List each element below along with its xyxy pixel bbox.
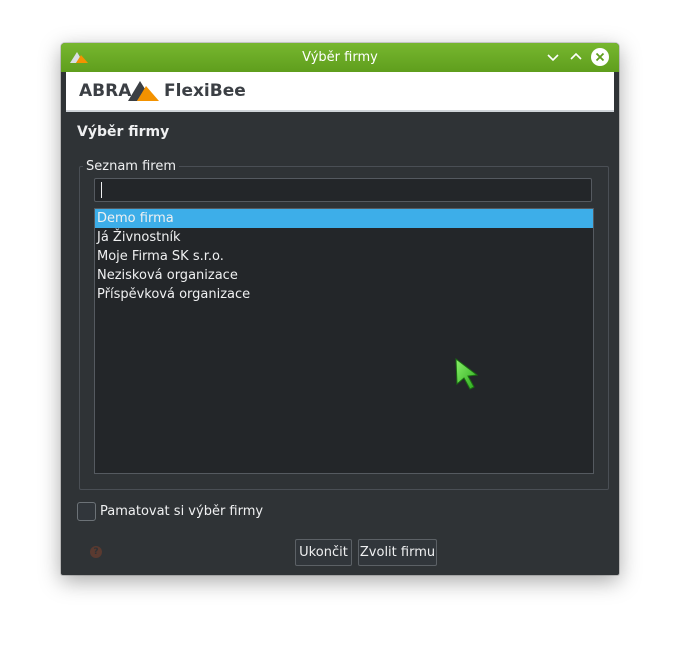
quit-button[interactable]: Ukončit bbox=[295, 539, 352, 566]
help-icon[interactable]: ? bbox=[90, 546, 102, 558]
company-list[interactable]: Demo firma Já Živnostník Moje Firma SK s… bbox=[94, 208, 594, 474]
text-caret bbox=[101, 182, 102, 198]
minimize-icon[interactable] bbox=[544, 48, 562, 66]
list-item[interactable]: Demo firma bbox=[95, 209, 593, 228]
brand-flexibee: FlexiBee bbox=[164, 81, 246, 101]
dialog-window: Výběr firmy ABRA FlexiBee Výběr firmy Se… bbox=[61, 43, 619, 575]
list-item[interactable]: Já Živnostník bbox=[95, 228, 593, 247]
abra-logo-icon bbox=[128, 78, 162, 106]
brand-banner: ABRA FlexiBee bbox=[66, 72, 614, 112]
close-icon[interactable] bbox=[591, 48, 609, 66]
list-item[interactable]: Moje Firma SK s.r.o. bbox=[95, 247, 593, 266]
window-title: Výběr firmy bbox=[302, 50, 378, 65]
dialog-heading: Výběr firmy bbox=[77, 124, 170, 140]
list-item[interactable]: Příspěvková organizace bbox=[95, 285, 593, 304]
remember-checkbox[interactable] bbox=[77, 502, 96, 521]
title-bar[interactable]: Výběr firmy bbox=[61, 43, 619, 72]
remember-label[interactable]: Pamatovat si výběr firmy bbox=[100, 504, 263, 519]
brand-abra: ABRA bbox=[79, 81, 132, 101]
company-search-input[interactable] bbox=[94, 178, 592, 202]
group-label: Seznam firem bbox=[83, 159, 179, 174]
list-item[interactable]: Nezisková organizace bbox=[95, 266, 593, 285]
cursor-icon bbox=[453, 357, 483, 395]
maximize-icon[interactable] bbox=[567, 48, 585, 66]
choose-company-button[interactable]: Zvolit firmu bbox=[358, 539, 437, 566]
